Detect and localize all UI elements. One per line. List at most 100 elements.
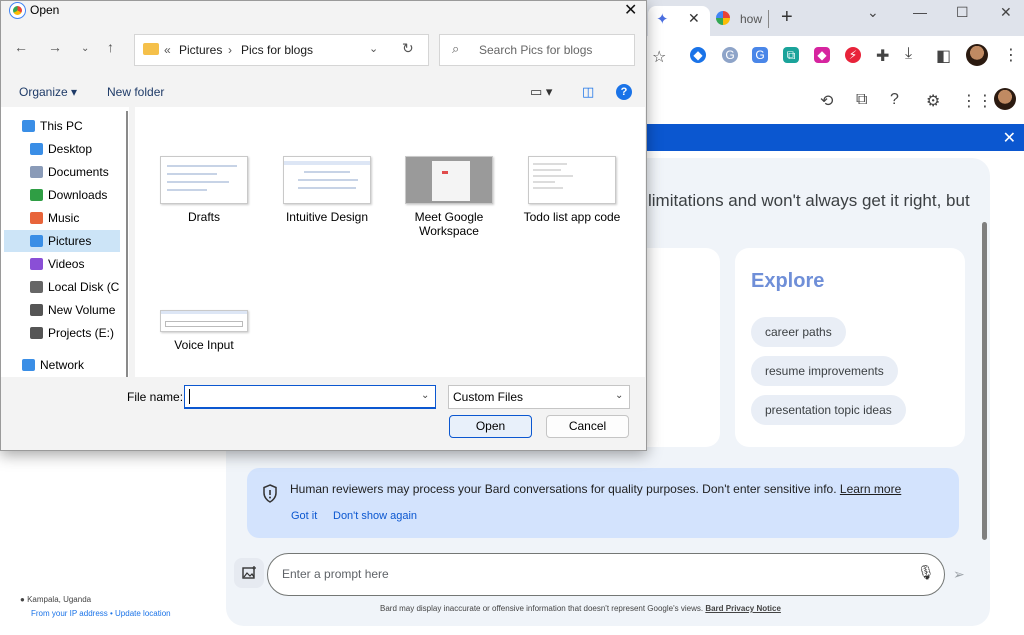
privacy-notice: [247, 468, 959, 538]
dialog-close-button[interactable]: ✕: [624, 0, 637, 20]
download-icon[interactable]: ⤓: [905, 45, 912, 63]
cancel-button[interactable]: Cancel: [546, 415, 629, 438]
address-dropdown-icon[interactable]: ⌄: [369, 42, 378, 55]
translate-extension-icon[interactable]: G: [752, 47, 768, 63]
tab-close-icon[interactable]: ✕: [688, 10, 700, 27]
help-icon[interactable]: ?: [890, 91, 899, 109]
view-options-icon[interactable]: ▭ ▾: [530, 84, 552, 100]
chip-career-paths[interactable]: career paths: [751, 317, 846, 347]
banner-close-icon[interactable]: ✕: [1003, 128, 1016, 148]
extension-icon[interactable]: G: [722, 47, 738, 63]
chip-presentation-topic-ideas[interactable]: presentation topic ideas: [751, 395, 906, 425]
nav-item-label: Projects (E:): [48, 326, 115, 340]
dialog-title-bar: [1, 1, 646, 23]
breadcrumb-separator: ›: [228, 43, 232, 57]
microphone-icon[interactable]: 🎙: [917, 564, 935, 581]
nav-item-local-disk-c[interactable]: Local Disk (C: [4, 276, 120, 298]
file-thumbnail: [528, 156, 616, 204]
organize-button[interactable]: Organize ▾: [19, 85, 77, 99]
nav-item-label: Network: [40, 358, 85, 372]
file-voice-input[interactable]: Voice Input: [149, 310, 259, 352]
image-upload-icon: [242, 566, 256, 579]
nav-item-new-volume[interactable]: New Volume: [4, 299, 120, 321]
upload-image-button[interactable]: [234, 558, 264, 588]
send-icon[interactable]: ➢: [953, 566, 965, 583]
update-location-link[interactable]: From your IP address • Update location: [31, 609, 171, 618]
extensions-icon[interactable]: ⧉: [856, 91, 867, 109]
maximize-button[interactable]: ☐: [956, 4, 969, 21]
file-name-dropdown-icon[interactable]: ⌄: [421, 390, 429, 401]
file-todo-list-app-code[interactable]: Todo list app code: [517, 156, 627, 224]
nav-item-label: This PC: [40, 119, 83, 133]
extension-icon[interactable]: ⧉: [783, 47, 799, 63]
nav-item-label: Music: [48, 211, 80, 225]
profile-avatar[interactable]: [966, 44, 988, 66]
extension-icon[interactable]: ◆: [814, 47, 830, 63]
account-avatar[interactable]: [994, 88, 1016, 110]
file-drafts[interactable]: Drafts: [149, 156, 259, 224]
nav-item-projects-e[interactable]: Projects (E:): [4, 322, 120, 344]
side-panel-icon[interactable]: ◧: [936, 46, 951, 66]
scrollbar[interactable]: [982, 222, 987, 540]
tab-search-icon[interactable]: ⌄: [867, 4, 879, 21]
privacy-notice-link[interactable]: Bard Privacy Notice: [705, 604, 781, 613]
nav-item-this-pc[interactable]: This PC: [4, 115, 120, 137]
extension-icon[interactable]: ◆: [690, 47, 706, 63]
file-name-label: File name:: [127, 390, 184, 404]
minimize-button[interactable]: —: [913, 4, 927, 20]
nav-item-documents[interactable]: Documents: [4, 161, 120, 183]
bookmark-star-icon[interactable]: ☆: [652, 47, 666, 67]
location-name: Kampala, Uganda: [27, 595, 92, 604]
nav-item-videos[interactable]: Videos: [4, 253, 120, 275]
settings-gear-icon[interactable]: ⚙: [926, 91, 940, 111]
breadcrumb-pictures[interactable]: Pictures: [179, 43, 222, 57]
chip-resume-improvements[interactable]: resume improvements: [751, 356, 898, 386]
file-name-input[interactable]: [184, 385, 436, 409]
nav-item-downloads[interactable]: Downloads: [4, 184, 120, 206]
back-arrow-icon[interactable]: ←: [14, 39, 28, 55]
nav-item-music[interactable]: Music: [4, 207, 120, 229]
nav-item-desktop[interactable]: Desktop: [4, 138, 120, 160]
apps-grid-icon[interactable]: ⋮⋮: [961, 91, 993, 111]
open-button[interactable]: Open: [449, 415, 532, 438]
nav-item-label: New Volume: [48, 303, 116, 317]
file-name: Intuitive Design: [285, 210, 369, 224]
shield-icon: [263, 484, 277, 503]
prompt-placeholder: Enter a prompt here: [282, 567, 389, 581]
footnote: Bard may display inaccurate or offensive…: [380, 604, 781, 613]
file-type-chevron-icon[interactable]: ⌄: [615, 390, 623, 401]
bard-sparkle-icon: ✦: [656, 11, 669, 28]
close-window-button[interactable]: ✕: [1000, 4, 1012, 21]
new-tab-button[interactable]: +: [781, 6, 793, 29]
drive-icon: [30, 327, 43, 339]
dont-show-again-button[interactable]: Don't show again: [333, 510, 417, 522]
search-icon: ⌕: [452, 41, 460, 56]
nav-item-network[interactable]: Network: [4, 354, 120, 376]
videos-icon: [30, 258, 43, 270]
breadcrumb-overflow[interactable]: «: [164, 43, 171, 57]
extension-icon[interactable]: ⚡: [845, 47, 861, 63]
forward-arrow-icon[interactable]: →: [48, 39, 62, 55]
more-menu-icon[interactable]: ⋮: [1003, 45, 1019, 65]
learn-more-link[interactable]: Learn more: [840, 482, 901, 496]
file-intuitive-design[interactable]: Intuitive Design: [272, 156, 382, 224]
got-it-button[interactable]: Got it: [291, 510, 317, 522]
notice-message: Human reviewers may process your Bard co…: [290, 482, 837, 496]
monitor-icon: [22, 120, 35, 132]
new-folder-button[interactable]: New folder: [107, 85, 164, 99]
tab-divider: [768, 10, 769, 28]
preview-pane-icon[interactable]: ◫: [582, 84, 594, 100]
refresh-icon[interactable]: ↻: [402, 40, 414, 57]
tab-google-search[interactable]: how: [740, 12, 762, 26]
network-icon: [22, 359, 35, 371]
file-meet-google-workspace[interactable]: Meet Google Workspace: [394, 156, 504, 238]
breadcrumb-pics-for-blogs[interactable]: Pics for blogs: [241, 43, 313, 57]
extensions-puzzle-icon[interactable]: ✚: [876, 46, 889, 66]
recent-locations-chevron-icon[interactable]: ⌄: [81, 43, 89, 54]
history-icon[interactable]: ⟲: [820, 91, 833, 111]
explore-title: Explore: [751, 270, 825, 292]
nav-item-pictures[interactable]: Pictures: [4, 230, 120, 252]
help-icon[interactable]: ?: [616, 84, 632, 100]
navigation-scrollbar[interactable]: [126, 111, 128, 381]
up-arrow-icon[interactable]: ↑: [107, 39, 114, 55]
